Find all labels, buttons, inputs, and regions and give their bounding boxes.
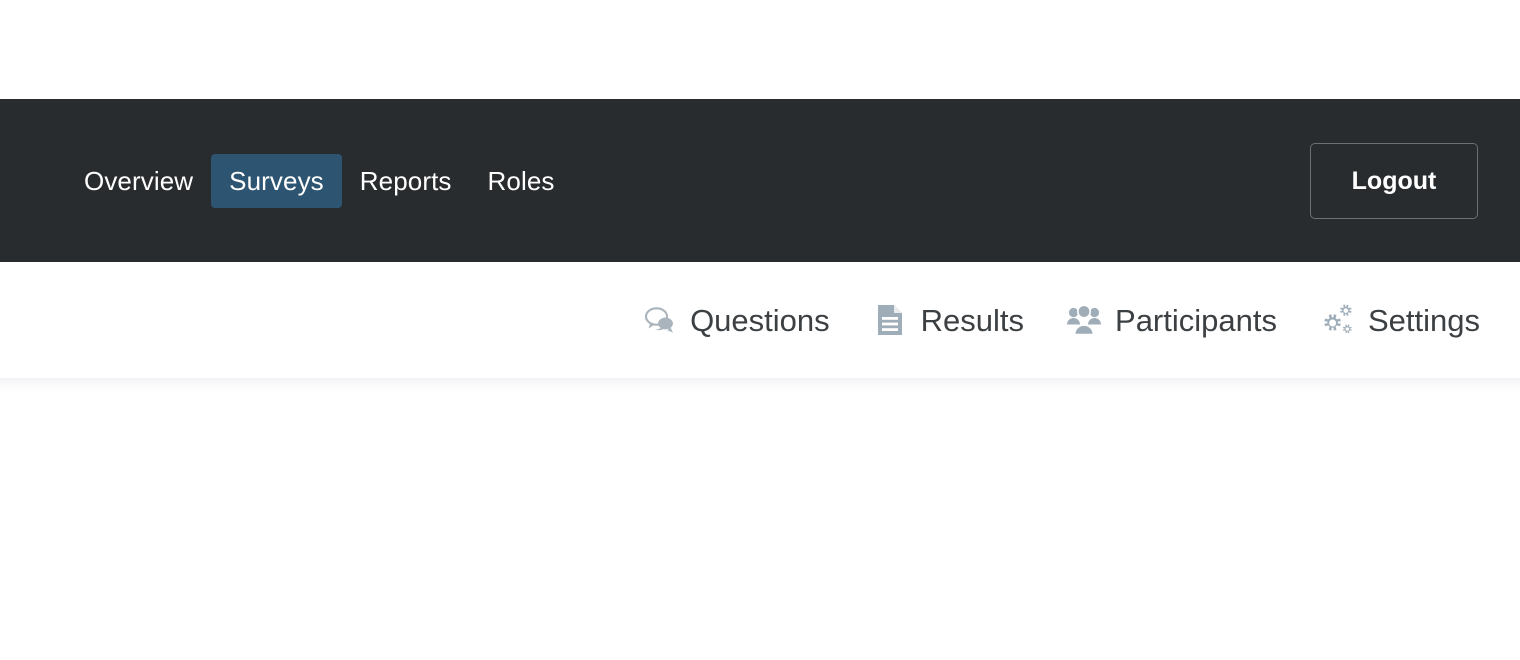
main-content-area (0, 392, 1520, 660)
subnav-bottom-shadow (0, 378, 1520, 392)
primary-navbar: Overview Surveys Reports Roles Logout (0, 99, 1520, 262)
subnav-label-participants: Participants (1115, 302, 1277, 338)
subnav-label-results: Results (920, 302, 1025, 338)
subnav-item-settings[interactable]: Settings (1319, 302, 1480, 338)
document-icon (872, 302, 908, 338)
secondary-navbar: Questions Results Participants Settings (0, 262, 1520, 378)
subnav-item-participants[interactable]: Participants (1066, 302, 1277, 338)
nav-link-overview[interactable]: Overview (66, 154, 211, 208)
logout-button[interactable]: Logout (1310, 142, 1478, 219)
subnav-label-questions: Questions (690, 302, 830, 338)
nav-link-reports[interactable]: Reports (342, 154, 470, 208)
people-group-icon (1066, 302, 1102, 338)
page-top-spacer (0, 0, 1520, 99)
subnav-item-results[interactable]: Results (872, 302, 1024, 338)
nav-link-roles[interactable]: Roles (470, 154, 573, 208)
subnav-label-settings: Settings (1367, 302, 1480, 338)
subnav-item-questions[interactable]: Questions (641, 302, 830, 338)
speech-bubbles-icon (641, 302, 677, 338)
primary-nav-links: Overview Surveys Reports Roles (66, 153, 573, 208)
nav-link-surveys[interactable]: Surveys (211, 153, 342, 208)
gears-icon (1319, 302, 1355, 338)
app-root: Overview Surveys Reports Roles Logout Qu… (0, 0, 1520, 660)
